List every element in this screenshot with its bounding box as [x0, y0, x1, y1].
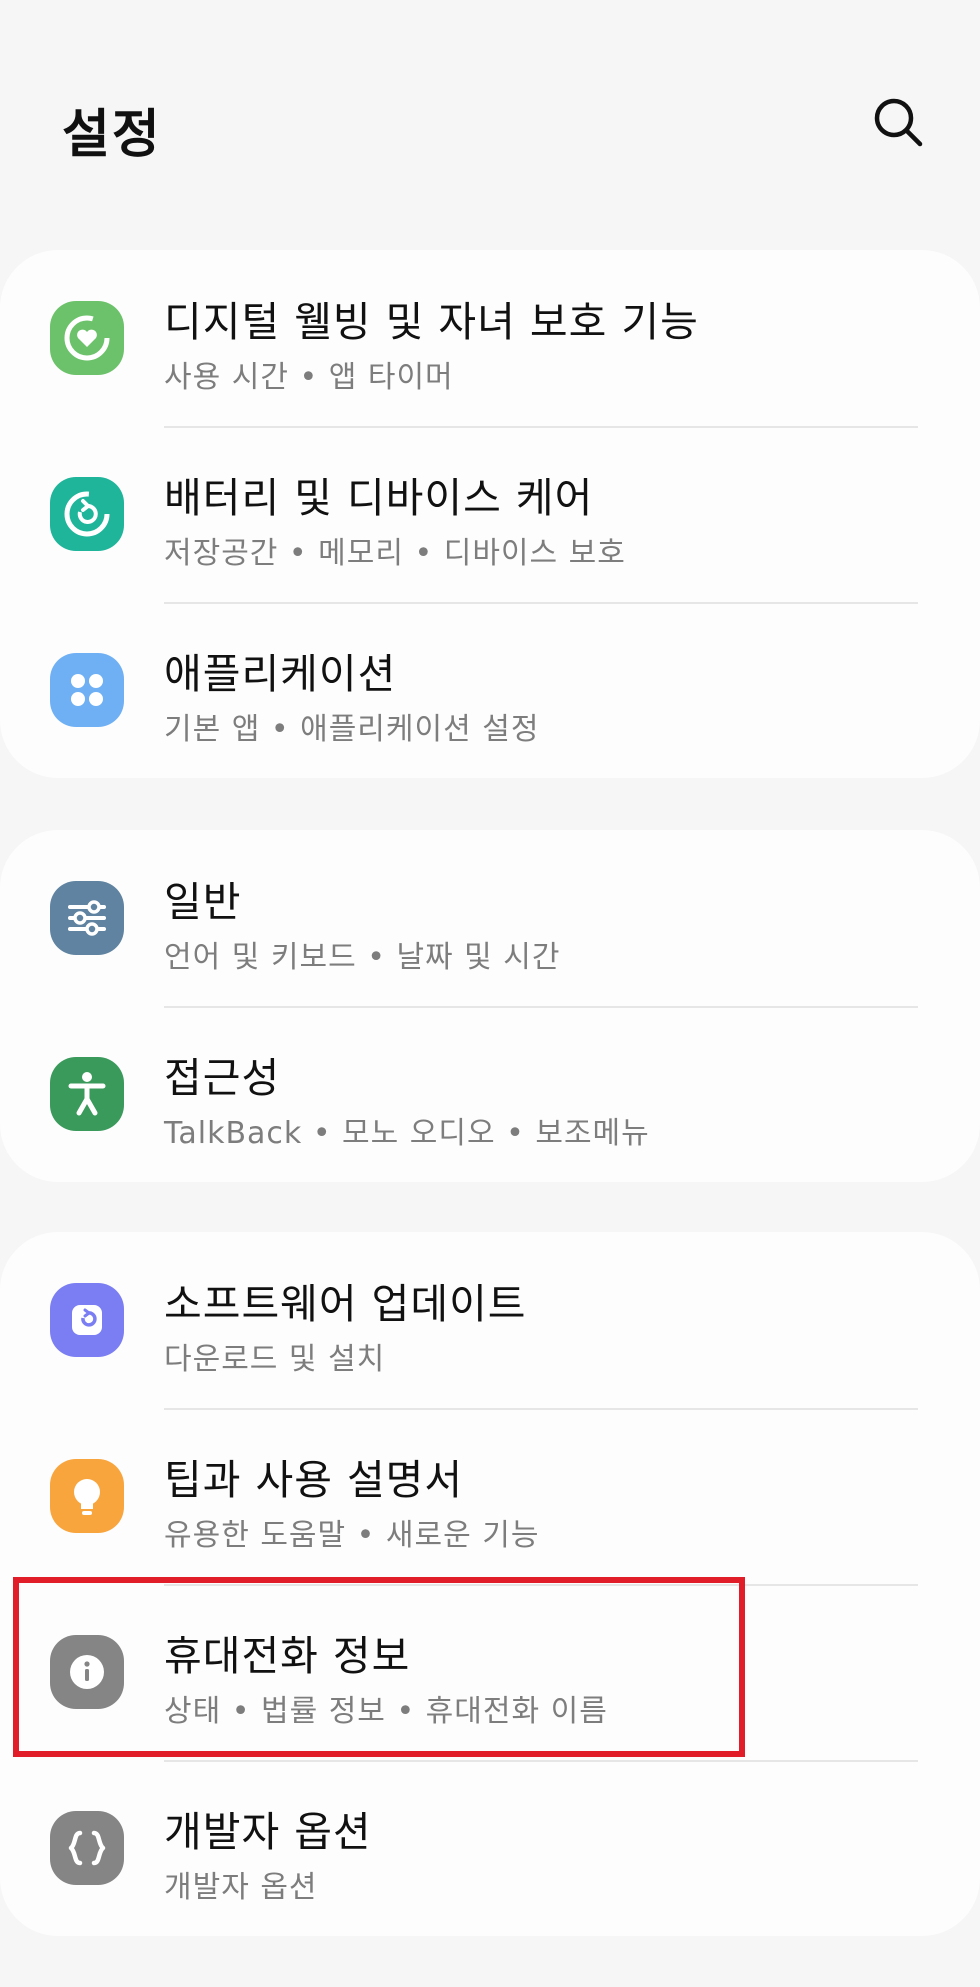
item-subtitle: 개발자 옵션 [164, 1870, 318, 1905]
item-title: 접근성 [164, 1054, 281, 1102]
settings-item-device-care[interactable]: 배터리 및 디바이스 케어 저장공간 • 메모리 • 디바이스 보호 [0, 426, 980, 602]
search-button[interactable] [868, 92, 928, 152]
page-title: 설정 [62, 105, 162, 165]
settings-item-digital-wellbeing[interactable]: 디지털 웰빙 및 자녀 보호 기능 사용 시간 • 앱 타이머 [0, 250, 980, 426]
settings-item-tips[interactable]: 팁과 사용 설명서 유용한 도움말 • 새로운 기능 [0, 1408, 980, 1584]
tips-lightbulb-icon [50, 1459, 124, 1533]
settings-item-general[interactable]: 일반 언어 및 키보드 • 날짜 및 시간 [0, 830, 980, 1006]
item-subtitle: TalkBack • 모노 오디오 • 보조메뉴 [164, 1116, 650, 1151]
developer-options-icon [50, 1811, 124, 1885]
item-subtitle: 다운로드 및 설치 [164, 1342, 386, 1377]
item-title: 소프트웨어 업데이트 [164, 1280, 527, 1328]
apps-icon [50, 653, 124, 727]
digital-wellbeing-icon [50, 301, 124, 375]
highlight-box [13, 1577, 745, 1757]
item-title: 개발자 옵션 [164, 1808, 372, 1856]
software-update-icon [50, 1283, 124, 1357]
search-icon [874, 98, 923, 147]
accessibility-icon [50, 1057, 124, 1131]
item-title: 팁과 사용 설명서 [164, 1456, 464, 1504]
item-title: 애플리케이션 [164, 650, 397, 698]
settings-item-software-update[interactable]: 소프트웨어 업데이트 다운로드 및 설치 [0, 1232, 980, 1408]
settings-group-2: 일반 언어 및 키보드 • 날짜 및 시간 접근성 TalkBack • 모노 … [0, 830, 980, 1182]
item-title: 배터리 및 디바이스 케어 [164, 474, 594, 522]
item-subtitle: 사용 시간 • 앱 타이머 [164, 360, 454, 395]
settings-item-accessibility[interactable]: 접근성 TalkBack • 모노 오디오 • 보조메뉴 [0, 1006, 980, 1182]
item-subtitle: 유용한 도움말 • 새로운 기능 [164, 1518, 540, 1553]
header: 설정 [0, 0, 980, 250]
item-title: 일반 [164, 878, 242, 926]
general-management-icon [50, 881, 124, 955]
settings-item-developer-options[interactable]: 개발자 옵션 개발자 옵션 [0, 1760, 980, 1936]
item-subtitle: 기본 앱 • 애플리케이션 설정 [164, 712, 540, 747]
item-title: 디지털 웰빙 및 자녀 보호 기능 [164, 298, 699, 346]
settings-item-applications[interactable]: 애플리케이션 기본 앱 • 애플리케이션 설정 [0, 602, 980, 778]
item-subtitle: 저장공간 • 메모리 • 디바이스 보호 [164, 536, 626, 571]
item-subtitle: 언어 및 키보드 • 날짜 및 시간 [164, 940, 561, 975]
device-care-icon [50, 477, 124, 551]
settings-group-1: 디지털 웰빙 및 자녀 보호 기능 사용 시간 • 앱 타이머 배터리 및 디바… [0, 250, 980, 778]
